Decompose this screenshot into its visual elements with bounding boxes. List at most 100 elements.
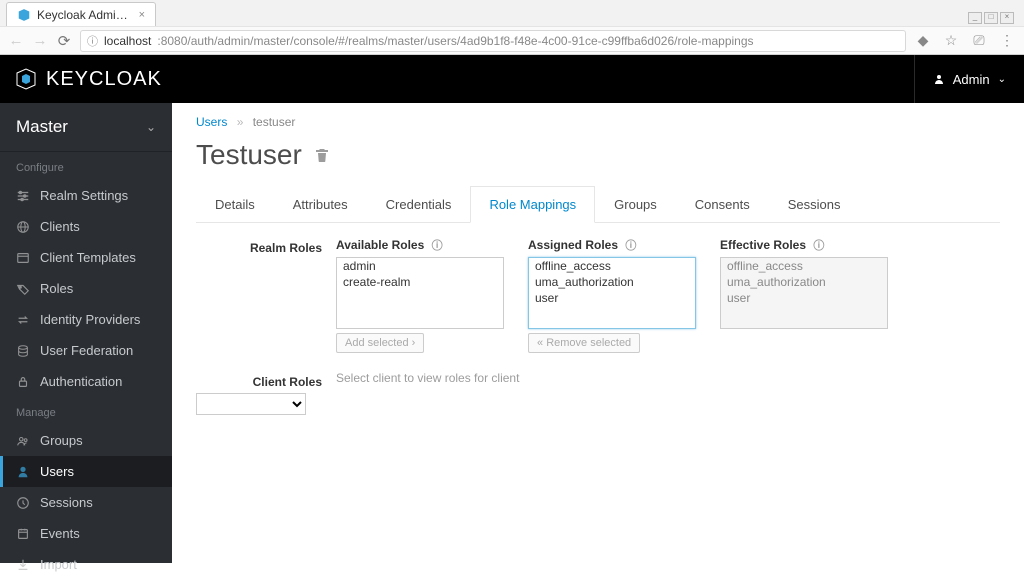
sidebar-item-label: Clients [40,219,80,234]
realm-name: Master [16,117,68,137]
sidebar-item-label: Import [40,557,77,572]
remove-selected-button[interactable]: « Remove selected [528,333,640,353]
effective-roles-listbox: offline_access uma_authorization user [720,257,888,329]
tab-groups[interactable]: Groups [595,186,676,223]
globe-icon [16,220,30,234]
delete-user-button[interactable] [314,147,330,163]
nav-back-icon[interactable]: ← [8,32,24,49]
template-icon [16,251,30,265]
sidebar-item-label: Groups [40,433,83,448]
sidebar-item-realm-settings[interactable]: Realm Settings [0,180,172,211]
database-icon [16,344,30,358]
brand-text: KEYCLOAK [46,68,162,91]
tab-sessions[interactable]: Sessions [769,186,860,223]
tab-consents[interactable]: Consents [676,186,769,223]
help-icon[interactable]: ⓘ [813,240,824,252]
assigned-role-option[interactable]: offline_access [529,258,695,274]
sidebar-item-clients[interactable]: Clients [0,211,172,242]
breadcrumb: Users » testuser [196,115,1000,129]
help-icon[interactable]: ⓘ [432,240,443,252]
breadcrumb-current: testuser [253,115,296,129]
user-icon [16,465,30,479]
user-icon [933,73,945,85]
role-mappings-form: Realm Roles Available Roles ⓘ admin crea… [196,223,1000,415]
tag-icon [16,282,30,296]
sidebar-item-import[interactable]: Import [0,549,172,580]
client-select-row [196,393,1000,415]
sidebar-item-roles[interactable]: Roles [0,273,172,304]
client-roles-row: Client Roles Select client to view roles… [196,371,1000,389]
sidebar-item-events[interactable]: Events [0,518,172,549]
sidebar-item-groups[interactable]: Groups [0,425,172,456]
tab-favicon-icon [17,8,31,22]
app-header: KEYCLOAK Admin ⌄ [0,55,1024,103]
app-body: Master ⌄ Configure Realm Settings Client… [0,103,1024,563]
realm-roles-row: Realm Roles Available Roles ⓘ admin crea… [196,237,1000,353]
available-roles-listbox[interactable]: admin create-realm [336,257,504,329]
sidebar-item-user-federation[interactable]: User Federation [0,335,172,366]
address-bar: ← → ⟳ ⓘ localhost:8080/auth/admin/master… [0,26,1024,54]
chevron-down-icon: ⌄ [146,120,156,134]
extension-icon[interactable]: ◆ [914,32,932,49]
tab-attributes[interactable]: Attributes [274,186,367,223]
realm-selector[interactable]: Master ⌄ [0,103,172,151]
url-input[interactable]: ⓘ localhost:8080/auth/admin/master/conso… [80,30,906,52]
header-user-menu[interactable]: Admin ⌄ [914,55,1024,103]
sidebar-item-label: Sessions [40,495,93,510]
calendar-icon [16,527,30,541]
chevron-down-icon: ⌄ [998,74,1006,85]
client-roles-hint: Select client to view roles for client [336,371,1000,385]
import-icon [16,558,30,572]
exchange-icon [16,313,30,327]
add-selected-button[interactable]: Add selected › [336,333,424,353]
bookmark-icon[interactable]: ☆ [942,32,960,49]
brand-logo[interactable]: KEYCLOAK [14,67,162,91]
effective-roles-col: Effective Roles ⓘ offline_access uma_aut… [720,237,888,353]
nav-forward-icon[interactable]: → [32,32,48,49]
realm-roles-label: Realm Roles [196,237,336,255]
window-controls: _ □ × [964,10,1018,26]
sidebar-item-identity-providers[interactable]: Identity Providers [0,304,172,335]
available-roles-col: Available Roles ⓘ admin create-realm Add… [336,237,504,353]
sidebar-item-users[interactable]: Users [0,456,172,487]
assigned-role-option[interactable]: user [529,290,695,306]
sidebar-item-sessions[interactable]: Sessions [0,487,172,518]
user-tabs: Details Attributes Credentials Role Mapp… [196,185,1000,223]
available-roles-title: Available Roles [336,238,424,252]
breadcrumb-separator-icon: » [237,115,244,129]
window-maximize-button[interactable]: □ [984,12,998,24]
effective-role-option: offline_access [721,258,887,274]
sidebar-section-manage: Manage [0,397,172,425]
tab-credentials[interactable]: Credentials [367,186,471,223]
available-role-option[interactable]: admin [337,258,503,274]
help-icon[interactable]: ⓘ [625,240,636,252]
sidebar-item-label: Users [40,464,74,479]
window-minimize-button[interactable]: _ [968,12,982,24]
sidebar-item-client-templates[interactable]: Client Templates [0,242,172,273]
client-roles-label: Client Roles [196,371,336,389]
sidebar-item-authentication[interactable]: Authentication [0,366,172,397]
shield-icon[interactable]: ⎚ [970,32,988,49]
available-role-option[interactable]: create-realm [337,274,503,290]
window-close-button[interactable]: × [1000,12,1014,24]
effective-role-option: uma_authorization [721,274,887,290]
sidebar: Master ⌄ Configure Realm Settings Client… [0,103,172,563]
tab-details[interactable]: Details [196,186,274,223]
tab-close-icon[interactable]: × [139,9,145,21]
sliders-icon [16,189,30,203]
assigned-roles-title: Assigned Roles [528,238,618,252]
toolbar-right: ◆ ☆ ⎚ ⋮ [914,32,1016,49]
sidebar-item-label: Identity Providers [40,312,140,327]
page-title: Testuser [196,139,302,171]
menu-icon[interactable]: ⋮ [998,32,1016,49]
nav-reload-icon[interactable]: ⟳ [56,32,72,50]
client-select[interactable] [196,393,306,415]
assigned-roles-listbox[interactable]: offline_access uma_authorization user [528,257,696,329]
assigned-role-option[interactable]: uma_authorization [529,274,695,290]
tab-role-mappings[interactable]: Role Mappings [470,186,595,223]
browser-tab[interactable]: Keycloak Admin Con… × [6,2,156,26]
sidebar-item-label: User Federation [40,343,133,358]
breadcrumb-root[interactable]: Users [196,115,227,129]
url-path: :8080/auth/admin/master/console/#/realms… [157,34,753,48]
info-icon: ⓘ [87,33,98,49]
